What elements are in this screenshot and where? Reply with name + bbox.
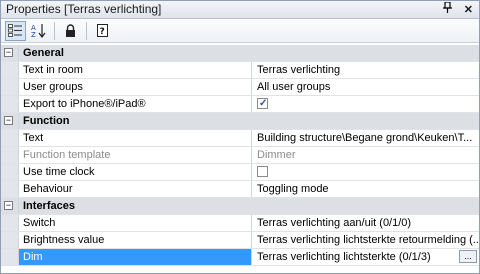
property-name: Use time clock [19,164,252,180]
properties-window: Properties [Terras verlichting] ✕ A Z ? … [0,0,480,274]
property-name: User groups [19,79,252,95]
collapse-icon[interactable]: − [4,48,13,57]
toolbar-separator [86,21,87,40]
help-icon[interactable]: ? [92,21,113,41]
property-value: Dimmer [257,149,296,161]
property-row-export-iphone[interactable]: Export to iPhone®/iPad® [1,96,479,113]
property-grid: − General Text in room Terras verlichtin… [1,45,479,273]
property-value[interactable]: Toggling mode [252,181,479,197]
property-row-switch[interactable]: Switch Terras verlichting aan/uit (0/1/0… [1,215,479,232]
lock-icon[interactable] [60,21,81,41]
help-glyph: ? [100,27,105,37]
category-label: Interfaces [19,198,479,214]
collapse-icon[interactable]: − [4,116,13,125]
title-bar-buttons: ✕ [442,0,473,19]
property-value[interactable]: Terras verlichting lichtsterkte (0/1/3) [257,251,431,263]
property-row-behaviour[interactable]: Behaviour Toggling mode [1,181,479,198]
alphabetical-sort-icon[interactable]: A Z [28,21,49,41]
property-value[interactable]: All user groups [252,79,479,95]
property-name: Behaviour [19,181,252,197]
category-label: Function [19,113,479,129]
collapse-icon[interactable]: − [4,201,13,210]
category-general[interactable]: − General [1,45,479,62]
property-row-dim[interactable]: Dim Terras verlichting lichtsterkte (0/1… [1,249,479,266]
property-name: Text [19,130,252,146]
window-title: Properties [Terras verlichting] [6,2,162,16]
property-name: Function template [19,147,252,163]
property-row-user-groups[interactable]: User groups All user groups [1,79,479,96]
property-row-function-template[interactable]: Function template Dimmer [1,147,479,164]
close-icon[interactable]: ✕ [464,2,473,19]
property-value[interactable]: Terras verlichting lichtsterkte retourme… [252,232,479,248]
property-name: Dim [19,249,252,265]
property-value[interactable]: Building structure\Begane grond\Keuken\T… [252,130,479,146]
property-value[interactable]: Terras verlichting [252,62,479,78]
toolbar-separator [54,21,55,40]
use-time-clock-checkbox[interactable] [257,166,268,177]
category-function[interactable]: − Function [1,113,479,130]
export-iphone-checkbox[interactable] [257,96,268,112]
property-value[interactable]: Terras verlichting aan/uit (0/1/0) [252,215,479,231]
property-row-brightness-value[interactable]: Brightness value Terras verlichting lich… [1,232,479,249]
category-interfaces[interactable]: − Interfaces [1,198,479,215]
property-name: Brightness value [19,232,252,248]
property-name: Text in room [19,62,252,78]
browse-button[interactable]: ... [459,250,477,263]
pin-icon[interactable] [442,0,452,19]
property-row-use-time-clock[interactable]: Use time clock [1,164,479,181]
property-row-text-in-room[interactable]: Text in room Terras verlichting [1,62,479,79]
category-label: General [19,45,479,61]
svg-text:Z: Z [31,31,36,38]
property-row-text[interactable]: Text Building structure\Begane grond\Keu… [1,130,479,147]
property-name: Export to iPhone®/iPad® [19,96,252,112]
categorized-view-icon[interactable] [5,20,26,41]
title-bar: Properties [Terras verlichting] ✕ [1,0,479,19]
toolbar: A Z ? [1,19,479,43]
property-name: Switch [19,215,252,231]
